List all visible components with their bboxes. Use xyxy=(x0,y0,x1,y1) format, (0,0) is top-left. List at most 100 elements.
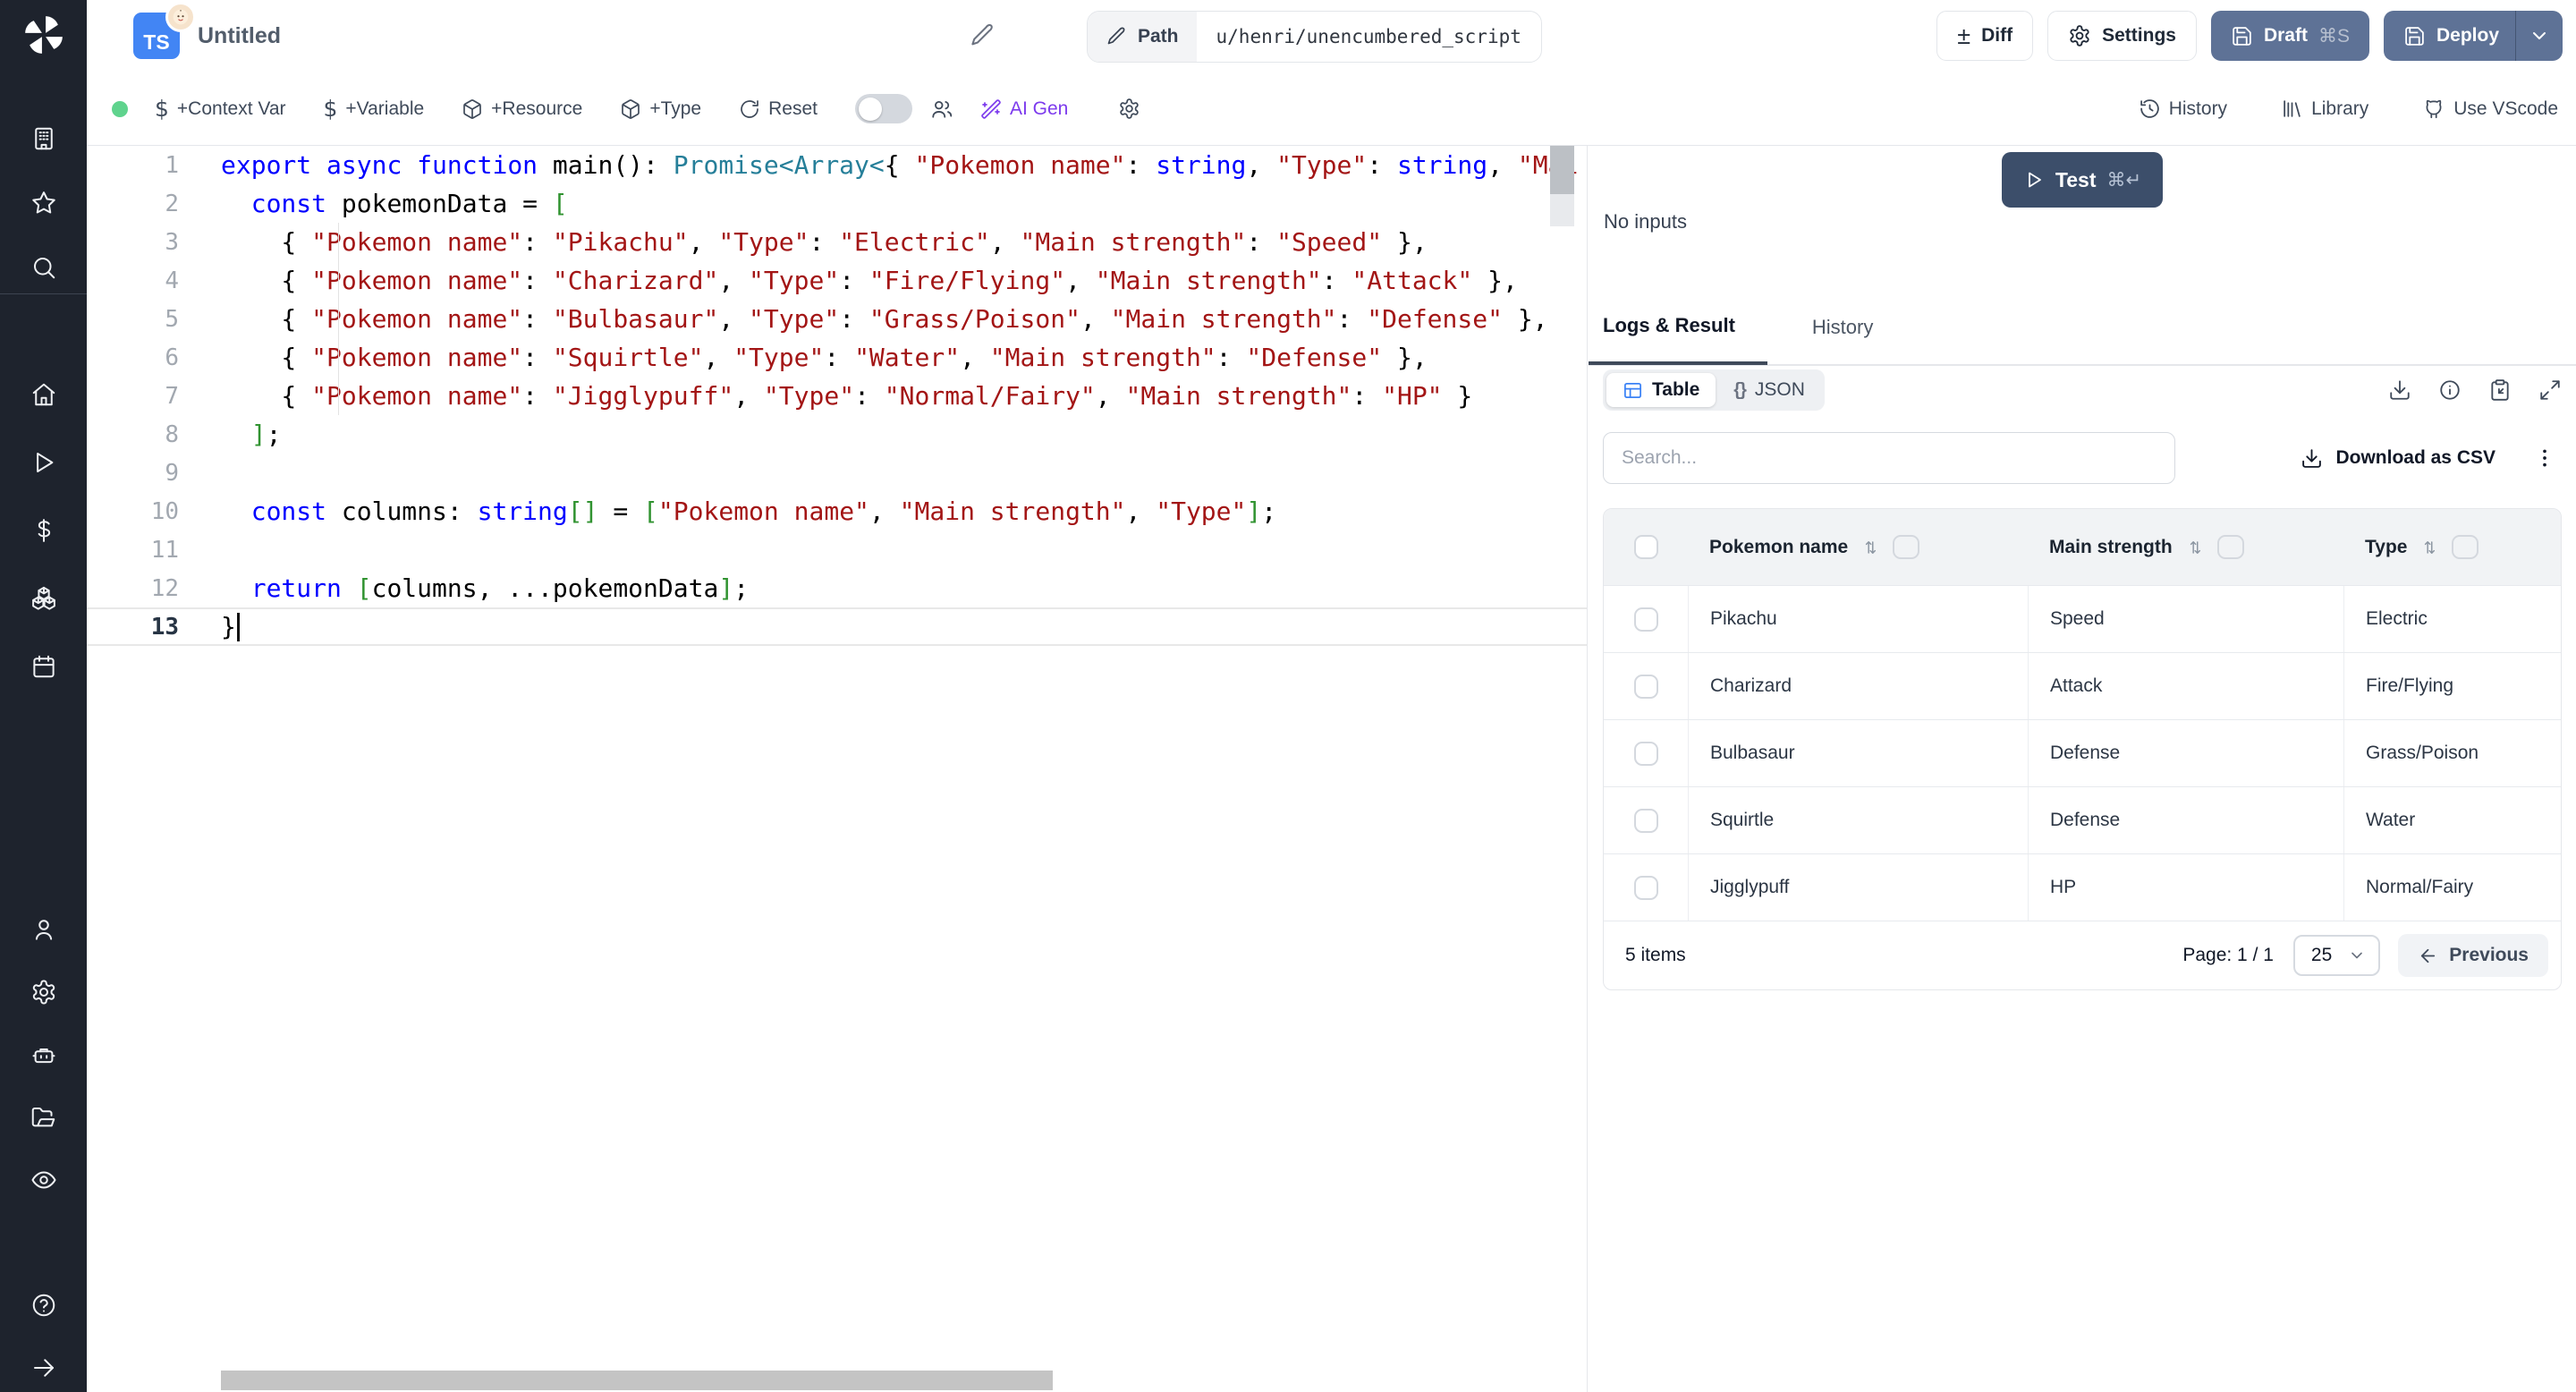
reset-button[interactable]: Reset xyxy=(739,98,818,120)
row-checkbox[interactable] xyxy=(1633,674,1658,699)
user-icon[interactable] xyxy=(29,914,59,945)
view-json-button[interactable]: {} JSON xyxy=(1717,373,1821,407)
table-cell: Bulbasaur xyxy=(1688,720,2028,786)
row-checkbox[interactable] xyxy=(1633,808,1658,833)
add-resource-button[interactable]: +Resource xyxy=(462,98,582,120)
table-cell: Normal/Fairy xyxy=(2343,854,2561,921)
line-number: 2 xyxy=(165,190,179,217)
select-all-checkbox[interactable] xyxy=(1633,535,1658,559)
code-text: ]; xyxy=(250,420,282,449)
row-checkbox[interactable] xyxy=(1633,607,1658,632)
star-icon[interactable] xyxy=(29,188,59,218)
arrow-right-icon[interactable] xyxy=(29,1353,59,1383)
code-line-12[interactable]: 12 return [columns, ...pokemonData]; xyxy=(87,569,1587,607)
row-checkbox[interactable] xyxy=(1633,875,1658,900)
code-line-1[interactable]: 1 export async function main(): Promise<A… xyxy=(87,146,1587,184)
code-line-8[interactable]: 8 ]; xyxy=(87,415,1587,454)
info-icon[interactable] xyxy=(2438,378,2462,402)
save-icon xyxy=(2403,25,2426,47)
code-line-7[interactable]: 7 { "Pokemon name": "Jigglypuff", "Type"… xyxy=(87,377,1587,415)
home-icon[interactable] xyxy=(29,379,59,410)
editor-vertical-scrollbar-tail xyxy=(1550,194,1574,226)
download-csv-button[interactable]: Download as CSV xyxy=(2301,447,2496,470)
github-cat-icon xyxy=(2422,98,2445,121)
left-sidebar xyxy=(0,0,87,1392)
ai-gen-button[interactable]: AI Gen xyxy=(980,98,1068,120)
dollar-icon[interactable] xyxy=(29,515,59,546)
tab-history[interactable]: History xyxy=(1803,289,1882,365)
column-filter-box[interactable] xyxy=(1893,535,1920,559)
assistant-toggle[interactable] xyxy=(854,94,912,123)
history-button[interactable]: History xyxy=(2139,98,2227,120)
line-number: 4 xyxy=(165,267,179,294)
play-icon[interactable] xyxy=(29,447,59,478)
download-result-icon[interactable] xyxy=(2388,378,2411,402)
cubes-icon[interactable] xyxy=(29,583,59,614)
robot-icon[interactable] xyxy=(29,1040,59,1070)
expand-icon[interactable] xyxy=(2538,378,2562,402)
search-input[interactable] xyxy=(1603,432,2175,484)
view-table-button[interactable]: Table xyxy=(1606,373,1716,407)
users-icon-button[interactable] xyxy=(930,98,953,121)
library-button[interactable]: Library xyxy=(2281,98,2368,120)
table-row[interactable]: Jigglypuff HP Normal/Fairy xyxy=(1604,853,2561,921)
editor-settings-button[interactable] xyxy=(1118,98,1140,120)
editor-horizontal-scrollbar[interactable] xyxy=(221,1371,1053,1390)
code-line-13[interactable]: 13} xyxy=(87,607,1587,646)
row-checkbox[interactable] xyxy=(1633,741,1658,766)
editor-vertical-scrollbar[interactable] xyxy=(1550,146,1574,194)
kebab-menu-icon[interactable] xyxy=(2533,446,2556,470)
search-icon[interactable] xyxy=(29,252,59,283)
table-cell: Water xyxy=(2343,787,2561,853)
code-line-9[interactable]: 9 xyxy=(87,454,1587,492)
column-filter-box[interactable] xyxy=(2216,535,2244,559)
copy-clipboard-icon[interactable] xyxy=(2488,378,2512,402)
code-line-11[interactable]: 11 xyxy=(87,530,1587,569)
dollar-icon: $ xyxy=(155,96,169,122)
code-line-2[interactable]: 2 const pokemonData = [ xyxy=(87,184,1587,223)
settings-button[interactable]: Settings xyxy=(2047,11,2197,61)
deploy-button[interactable]: Deploy xyxy=(2384,11,2515,61)
help-icon[interactable] xyxy=(29,1290,59,1320)
code-line-4[interactable]: 4 { "Pokemon name": "Charizard", "Type":… xyxy=(87,261,1587,300)
table-row[interactable]: Pikachu Speed Electric xyxy=(1604,585,2561,652)
page-size-select[interactable]: 25 xyxy=(2292,935,2381,976)
windmill-logo[interactable] xyxy=(21,13,66,57)
path-edit-button[interactable]: Path xyxy=(1088,12,1197,62)
code-line-6[interactable]: 6 { "Pokemon name": "Squirtle", "Type": … xyxy=(87,338,1587,377)
sort-icon[interactable] xyxy=(2185,538,2205,557)
eye-icon[interactable] xyxy=(29,1165,59,1195)
folder-icon[interactable] xyxy=(29,1102,59,1133)
table-row[interactable]: Bulbasaur Defense Grass/Poison xyxy=(1604,719,2561,786)
add-type-button[interactable]: +Type xyxy=(620,98,701,120)
deploy-dropdown-button[interactable] xyxy=(2515,11,2563,61)
edit-title-icon[interactable] xyxy=(968,21,996,50)
sort-icon[interactable] xyxy=(1860,538,1880,557)
use-vscode-button[interactable]: Use VScode xyxy=(2422,98,2558,121)
code-line-3[interactable]: 3 { "Pokemon name": "Pikachu", "Type": "… xyxy=(87,223,1587,261)
add-context-var-button[interactable]: $ +Context Var xyxy=(155,96,286,122)
view-switcher: Table {} JSON xyxy=(1603,369,1825,411)
column-filter-box[interactable] xyxy=(2452,535,2479,559)
table-row[interactable]: Squirtle Defense Water xyxy=(1604,786,2561,853)
previous-page-button[interactable]: Previous xyxy=(2398,934,2548,977)
test-button[interactable]: Test ⌘↵ xyxy=(2001,152,2164,208)
draft-button[interactable]: Draft ⌘S xyxy=(2210,11,2369,61)
code-line-10[interactable]: 10 const columns: string[] = ["Pokemon n… xyxy=(87,492,1587,530)
column-label: Type xyxy=(2365,536,2408,557)
table-row[interactable]: Charizard Attack Fire/Flying xyxy=(1604,652,2561,719)
diff-button[interactable]: ± Diff xyxy=(1936,11,2034,61)
sidebar-divider xyxy=(0,293,87,294)
path-value[interactable]: u/henri/unencumbered_script xyxy=(1197,12,1541,62)
building-icon[interactable] xyxy=(29,123,59,154)
code-editor[interactable]: 1 export async function main(): Promise<A… xyxy=(87,146,1588,1392)
gear-icon xyxy=(1118,98,1140,120)
add-variable-button[interactable]: $ +Variable xyxy=(324,96,425,122)
column-header-main-strength: Main strength xyxy=(2028,535,2343,559)
tab-logs-result[interactable]: Logs & Result xyxy=(1589,289,1767,365)
calendar-icon[interactable] xyxy=(29,651,59,682)
gear-icon[interactable] xyxy=(29,977,59,1007)
indent-guide xyxy=(338,223,339,415)
code-line-5[interactable]: 5 { "Pokemon name": "Bulbasaur", "Type":… xyxy=(87,300,1587,338)
sort-icon[interactable] xyxy=(2419,538,2439,557)
